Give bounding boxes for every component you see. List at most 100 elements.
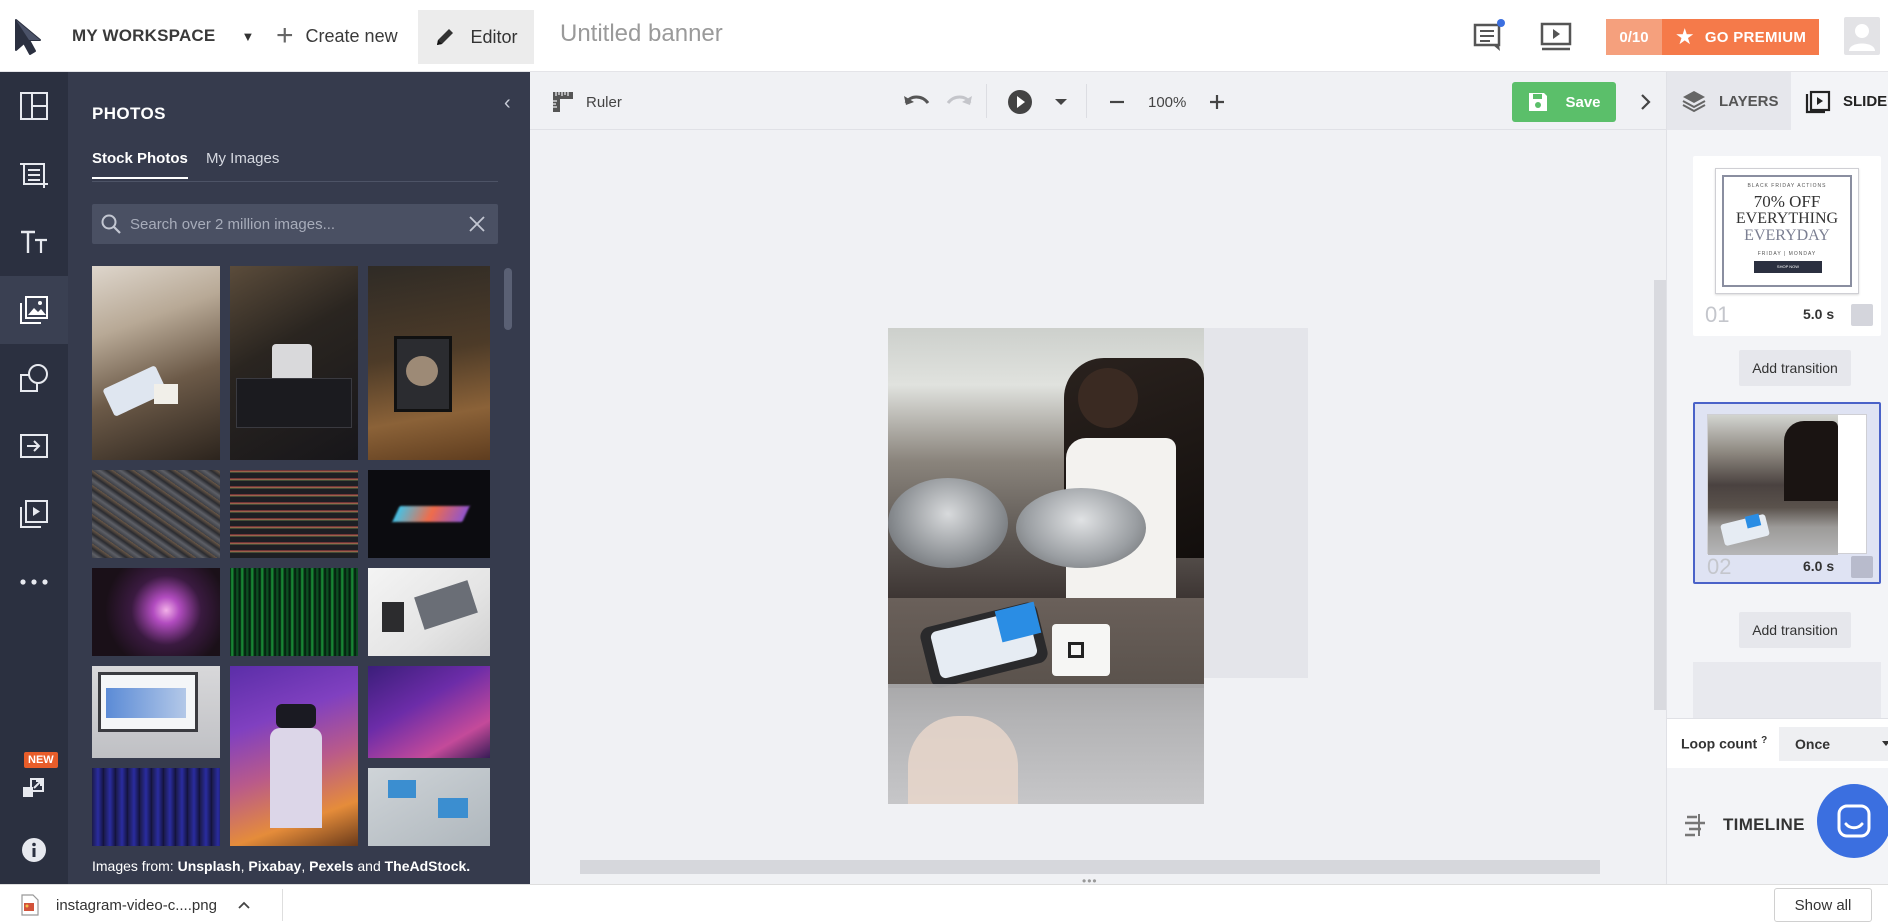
layouts-button[interactable] <box>0 72 68 140</box>
add-transition-button[interactable]: Add transition <box>1739 350 1851 386</box>
credit-pexels: Pexels <box>309 858 354 874</box>
user-icon <box>1849 24 1875 51</box>
help-icon[interactable]: ? <box>1761 735 1767 746</box>
more-icon <box>20 579 48 585</box>
photo-thumb[interactable] <box>368 768 490 846</box>
save-button[interactable]: Save <box>1512 82 1616 122</box>
slide-color-swatch[interactable] <box>1851 556 1873 578</box>
undo-button[interactable] <box>902 88 932 116</box>
zoom-level[interactable]: 100% <box>1148 88 1186 116</box>
slide-card-02[interactable]: 02 6.0 s <box>1693 402 1881 584</box>
photo-thumb[interactable] <box>92 666 220 758</box>
zoom-out-button[interactable] <box>1108 88 1126 116</box>
layers-label: LAYERS <box>1719 92 1779 110</box>
canvas-vertical-scrollbar[interactable] <box>1654 280 1666 710</box>
photo-thumb[interactable] <box>230 568 358 656</box>
tab-slide[interactable]: SLIDE <box>1791 72 1888 130</box>
user-avatar[interactable] <box>1844 17 1880 55</box>
photo-thumb[interactable] <box>92 768 220 846</box>
photo-thumb[interactable] <box>368 470 490 558</box>
chat-icon <box>1837 804 1871 838</box>
slide-duration[interactable]: 5.0 s <box>1803 306 1834 322</box>
slide-card-01[interactable]: BLACK FRIDAY ACTIONS 70% OFF EVERYTHING … <box>1693 156 1881 336</box>
photo-thumb[interactable] <box>92 470 220 558</box>
photo-search <box>92 204 498 244</box>
download-bar: instagram-video-c....png Show all <box>0 884 1888 923</box>
create-new-button[interactable]: + Create new <box>276 20 398 52</box>
photo-thumb[interactable] <box>230 666 358 846</box>
photo-tabs: Stock Photos My Images <box>92 150 498 182</box>
slide-color-swatch[interactable] <box>1851 304 1873 326</box>
info-button[interactable] <box>0 816 68 884</box>
slide-duration[interactable]: 6.0 s <box>1803 558 1834 574</box>
text-button[interactable] <box>0 208 68 276</box>
collapse-panel-icon[interactable]: ‹ <box>504 92 511 115</box>
timeline-toggle[interactable]: TIMELINE <box>1683 812 1805 838</box>
chevron-down-icon: ▼ <box>241 28 255 44</box>
tab-layers[interactable]: LAYERS <box>1667 72 1791 130</box>
ruler-icon <box>553 92 573 112</box>
workspace-menu[interactable]: MY WORKSPACE ▼ <box>72 22 255 50</box>
photo-thumb[interactable] <box>230 266 358 460</box>
photo-thumb[interactable] <box>368 266 490 460</box>
slides-icon <box>20 500 48 528</box>
external-link-button[interactable] <box>0 752 68 820</box>
clear-search-icon[interactable] <box>468 215 486 233</box>
canvas-photo[interactable] <box>888 328 1204 804</box>
comments-icon[interactable] <box>1470 18 1506 54</box>
tab-my-images[interactable]: My Images <box>206 150 279 177</box>
slides-button[interactable] <box>0 480 68 548</box>
thumb-line: SHOP NOW <box>1754 261 1822 273</box>
go-premium-button[interactable]: 0/10 ★ GO PREMIUM <box>1606 19 1819 55</box>
slide-label: SLIDE <box>1843 92 1888 110</box>
star-icon: ★ <box>1674 24 1695 49</box>
loop-count-value: Once <box>1795 736 1831 752</box>
canvas-toolbar: Ruler 100% Save <box>530 72 1666 130</box>
crop-button[interactable] <box>0 140 68 208</box>
photo-thumb[interactable] <box>368 568 490 656</box>
show-all-button[interactable]: Show all <box>1774 888 1872 922</box>
app-logo-icon[interactable] <box>12 16 48 56</box>
tool-rail: NEW <box>0 72 68 884</box>
loop-count-row: Loop count ? Once <box>1667 718 1888 768</box>
credit-theadstock: TheAdStock. <box>384 858 471 874</box>
play-button[interactable] <box>1006 88 1034 116</box>
photos-button[interactable] <box>0 276 68 344</box>
download-item[interactable]: instagram-video-c....png <box>20 893 251 917</box>
chat-support-button[interactable] <box>1817 784 1888 858</box>
loop-count-select[interactable]: Once <box>1779 727 1888 761</box>
redo-button[interactable] <box>944 88 974 116</box>
add-transition-button[interactable]: Add transition <box>1739 612 1851 648</box>
play-options-dropdown[interactable] <box>1054 88 1068 116</box>
chevron-up-icon[interactable] <box>237 900 251 910</box>
shapes-icon <box>20 364 48 392</box>
plus-icon: + <box>276 19 294 52</box>
editor-button[interactable]: Editor <box>418 10 534 64</box>
photo-grid-scrollbar[interactable] <box>504 268 512 330</box>
play-icon <box>1008 90 1032 114</box>
canvas-horizontal-scrollbar[interactable] <box>580 860 1600 874</box>
import-button[interactable] <box>0 412 68 480</box>
panel-title: PHOTOS <box>92 104 166 123</box>
photo-thumb[interactable] <box>92 568 220 656</box>
save-icon <box>1529 93 1548 111</box>
import-icon <box>20 434 48 458</box>
preview-icon[interactable] <box>1538 18 1574 54</box>
photo-thumb[interactable] <box>230 470 358 558</box>
zoom-in-button[interactable] <box>1208 88 1226 116</box>
add-slide-area[interactable] <box>1693 662 1881 718</box>
photo-thumb[interactable] <box>92 266 220 460</box>
chevron-down-icon <box>1882 741 1888 746</box>
top-bar: MY WORKSPACE ▼ + Create new Editor Untit… <box>0 0 1888 72</box>
ruler-toggle[interactable]: Ruler <box>550 88 622 116</box>
expand-right-panel-icon[interactable] <box>1640 88 1652 116</box>
search-input[interactable] <box>130 204 460 244</box>
tab-stock-photos[interactable]: Stock Photos <box>92 150 188 179</box>
search-icon <box>101 214 121 234</box>
shapes-button[interactable] <box>0 344 68 412</box>
more-button[interactable] <box>0 548 68 616</box>
banner-title[interactable]: Untitled banner <box>560 20 723 48</box>
right-panel-tabs: LAYERS SLIDE <box>1667 72 1888 130</box>
ruler-label: Ruler <box>586 93 622 111</box>
photo-thumb[interactable] <box>368 666 490 758</box>
